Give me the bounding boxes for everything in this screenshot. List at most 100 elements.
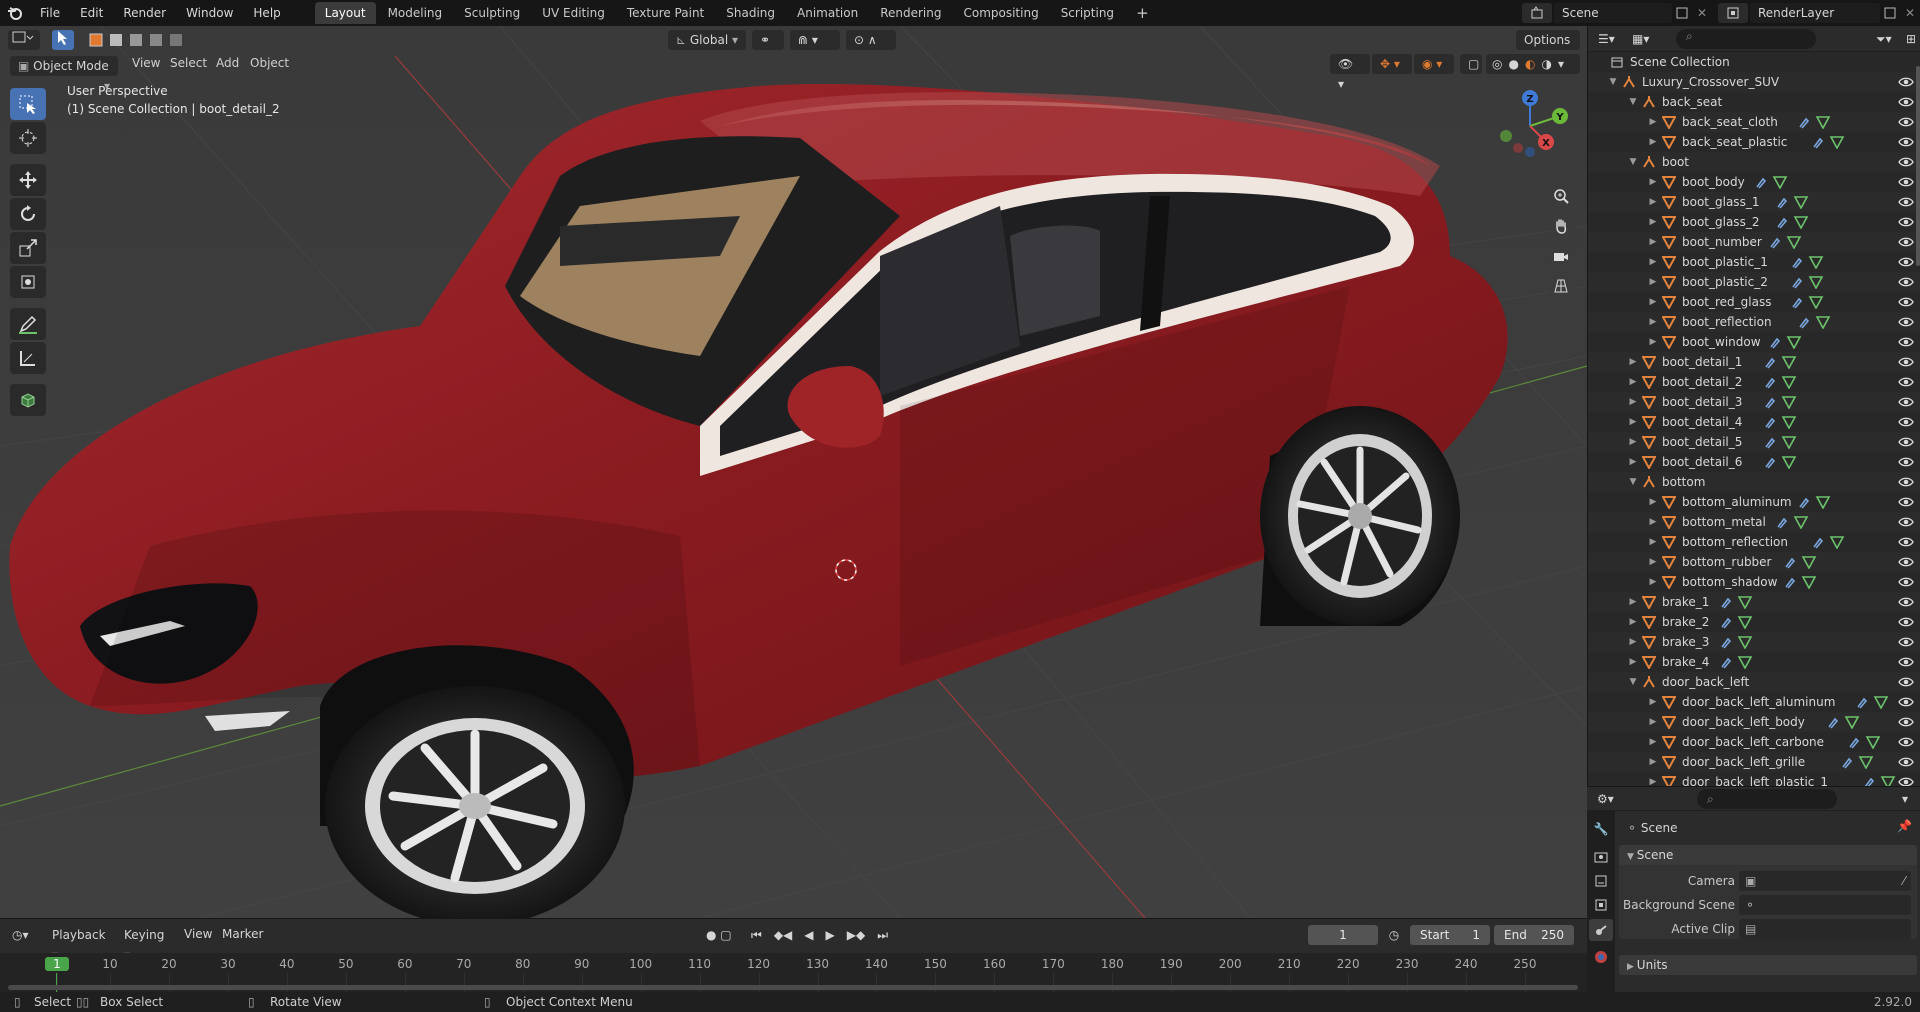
expand-right-icon[interactable]: ▶ [1648,512,1658,532]
modifier-data-icons[interactable] [1791,255,1825,269]
cursor-tool[interactable] [10,122,46,154]
overlay-toggle-icon[interactable]: ◉ ▾ [1414,54,1454,74]
pin-icon[interactable]: 📌 [1897,819,1912,833]
measure-tool[interactable] [10,342,46,374]
visibility-eye-icon[interactable] [1898,715,1914,729]
modifier-data-icons[interactable] [1764,415,1798,429]
expand-right-icon[interactable]: ▶ [1628,652,1638,672]
visibility-eye-icon[interactable] [1898,695,1914,709]
modifier-data-icons[interactable] [1720,615,1754,629]
expand-right-icon[interactable]: ▶ [1648,772,1658,786]
outliner-editor-type-button[interactable]: ☰▾ [1594,29,1624,49]
visibility-eye-icon[interactable] [1898,95,1914,109]
units-panel-header[interactable]: ▶ Units [1619,955,1917,975]
world-tab-icon[interactable] [1591,947,1611,967]
outliner-row[interactable]: ▼ back_seat [1588,92,1920,112]
keying-menu[interactable]: Keying ▾ [116,925,174,962]
expand-right-icon[interactable]: ▶ [1648,552,1658,572]
proportional-edit-icon[interactable]: ⊙ ∧ [846,30,896,50]
select-box-tool[interactable] [10,88,46,120]
expand-right-icon[interactable]: ▶ [1648,252,1658,272]
outliner-row[interactable]: ▶ door_back_left_body [1588,712,1920,732]
visibility-eye-icon[interactable] [1898,775,1914,786]
visibility-eye-icon[interactable] [1898,535,1914,549]
outliner-row[interactable]: ▶ boot_detail_6 [1588,452,1920,472]
modifier-data-icons[interactable] [1863,775,1897,786]
modifier-data-icons[interactable] [1720,595,1754,609]
object-mode-dropdown[interactable]: ▣ Object Mode ▾ [10,56,118,93]
outliner-row[interactable]: ▶ boot_detail_1 [1588,352,1920,372]
camera-view-icon[interactable] [1547,242,1575,270]
expand-right-icon[interactable]: ▶ [1648,312,1658,332]
expand-right-icon[interactable]: ▶ [1648,232,1658,252]
background-scene-field[interactable]: ⚬ [1739,895,1911,915]
current-frame-marker[interactable]: 1 [45,957,69,971]
modifier-data-icons[interactable] [1764,455,1798,469]
visibility-eye-icon[interactable] [1898,175,1914,189]
visibility-eye-icon[interactable] [1898,155,1914,169]
expand-right-icon[interactable]: ▶ [1648,752,1658,772]
tab-scripting[interactable]: Scripting [1051,2,1124,24]
outliner-row[interactable]: ▶ boot_window [1588,332,1920,352]
mode-subtract-icon[interactable] [128,30,144,50]
visibility-icon[interactable]: 👁 ▾ [1330,54,1370,91]
modifier-data-icons[interactable] [1841,755,1875,769]
scene-panel-header[interactable]: ▼ Scene [1619,845,1917,865]
scene-browse-icon[interactable] [1522,3,1552,23]
modifier-data-icons[interactable] [1798,315,1832,329]
view-menu[interactable]: View [132,56,160,70]
visibility-eye-icon[interactable] [1898,755,1914,769]
timeline-scrollbar[interactable] [8,985,1578,990]
properties-search-input[interactable]: ⌕ [1697,789,1837,809]
add-cube-tool[interactable] [10,384,46,416]
outliner-row[interactable]: ▶ boot_glass_2 [1588,212,1920,232]
eyedropper-icon[interactable]: ⁄ [1903,871,1911,891]
modifier-data-icons[interactable] [1784,555,1818,569]
outliner-row[interactable]: ▶ door_back_left_carbone [1588,732,1920,752]
visibility-eye-icon[interactable] [1898,235,1914,249]
visibility-eye-icon[interactable] [1898,475,1914,489]
expand-down-icon[interactable]: ▼ [1608,72,1618,92]
expand-right-icon[interactable]: ▶ [1648,492,1658,512]
outliner-row[interactable]: ▶ boot_reflection [1588,312,1920,332]
annotate-tool[interactable] [10,308,46,340]
expand-right-icon[interactable]: ▶ [1648,172,1658,192]
visibility-eye-icon[interactable] [1898,595,1914,609]
outliner-row[interactable]: ▶ boot_plastic_2 [1588,272,1920,292]
visibility-eye-icon[interactable] [1898,635,1914,649]
outliner-row[interactable]: ▶ back_seat_plastic [1588,132,1920,152]
new-scene-icon[interactable] [1672,3,1692,23]
start-frame-field[interactable]: Start 1 [1410,925,1490,945]
modifier-data-icons[interactable] [1720,655,1754,669]
modifier-data-icons[interactable] [1784,575,1818,589]
tab-texture-paint[interactable]: Texture Paint [617,2,714,24]
gizmo-toggle-icon[interactable]: ✥ ▾ [1372,54,1412,74]
visibility-eye-icon[interactable] [1898,75,1914,89]
outliner-row[interactable]: ▶ boot_number [1588,232,1920,252]
render-tab-icon[interactable] [1591,847,1611,867]
visibility-eye-icon[interactable] [1898,395,1914,409]
outliner-row[interactable]: ▶ brake_2 [1588,612,1920,632]
select-tool-icon[interactable] [52,30,74,50]
timeline-view-menu[interactable]: View [184,927,212,941]
expand-right-icon[interactable]: ▶ [1648,132,1658,152]
xray-toggle-icon[interactable]: ▢ [1460,54,1482,74]
visibility-eye-icon[interactable] [1898,655,1914,669]
expand-right-icon[interactable]: ▶ [1648,112,1658,132]
modifier-data-icons[interactable] [1856,695,1890,709]
mode-new-icon[interactable] [88,30,104,50]
visibility-eye-icon[interactable] [1898,215,1914,229]
visibility-eye-icon[interactable] [1898,495,1914,509]
display-mode-dropdown[interactable]: ▦▾ [1628,29,1658,49]
expand-right-icon[interactable]: ▶ [1628,372,1638,392]
mode-invert-icon[interactable] [148,30,164,50]
outliner-row[interactable]: ▼ Luxury_Crossover_SUV [1588,72,1920,92]
jump-keyframe-back-icon[interactable]: ◆◀ [768,925,798,945]
visibility-eye-icon[interactable] [1898,455,1914,469]
tab-modeling[interactable]: Modeling [378,2,453,24]
expand-right-icon[interactable]: ▶ [1648,212,1658,232]
expand-right-icon[interactable]: ▶ [1628,432,1638,452]
visibility-eye-icon[interactable] [1898,615,1914,629]
playback-menu[interactable]: Playback ▾ [44,925,112,962]
modifier-data-icons[interactable] [1776,515,1810,529]
